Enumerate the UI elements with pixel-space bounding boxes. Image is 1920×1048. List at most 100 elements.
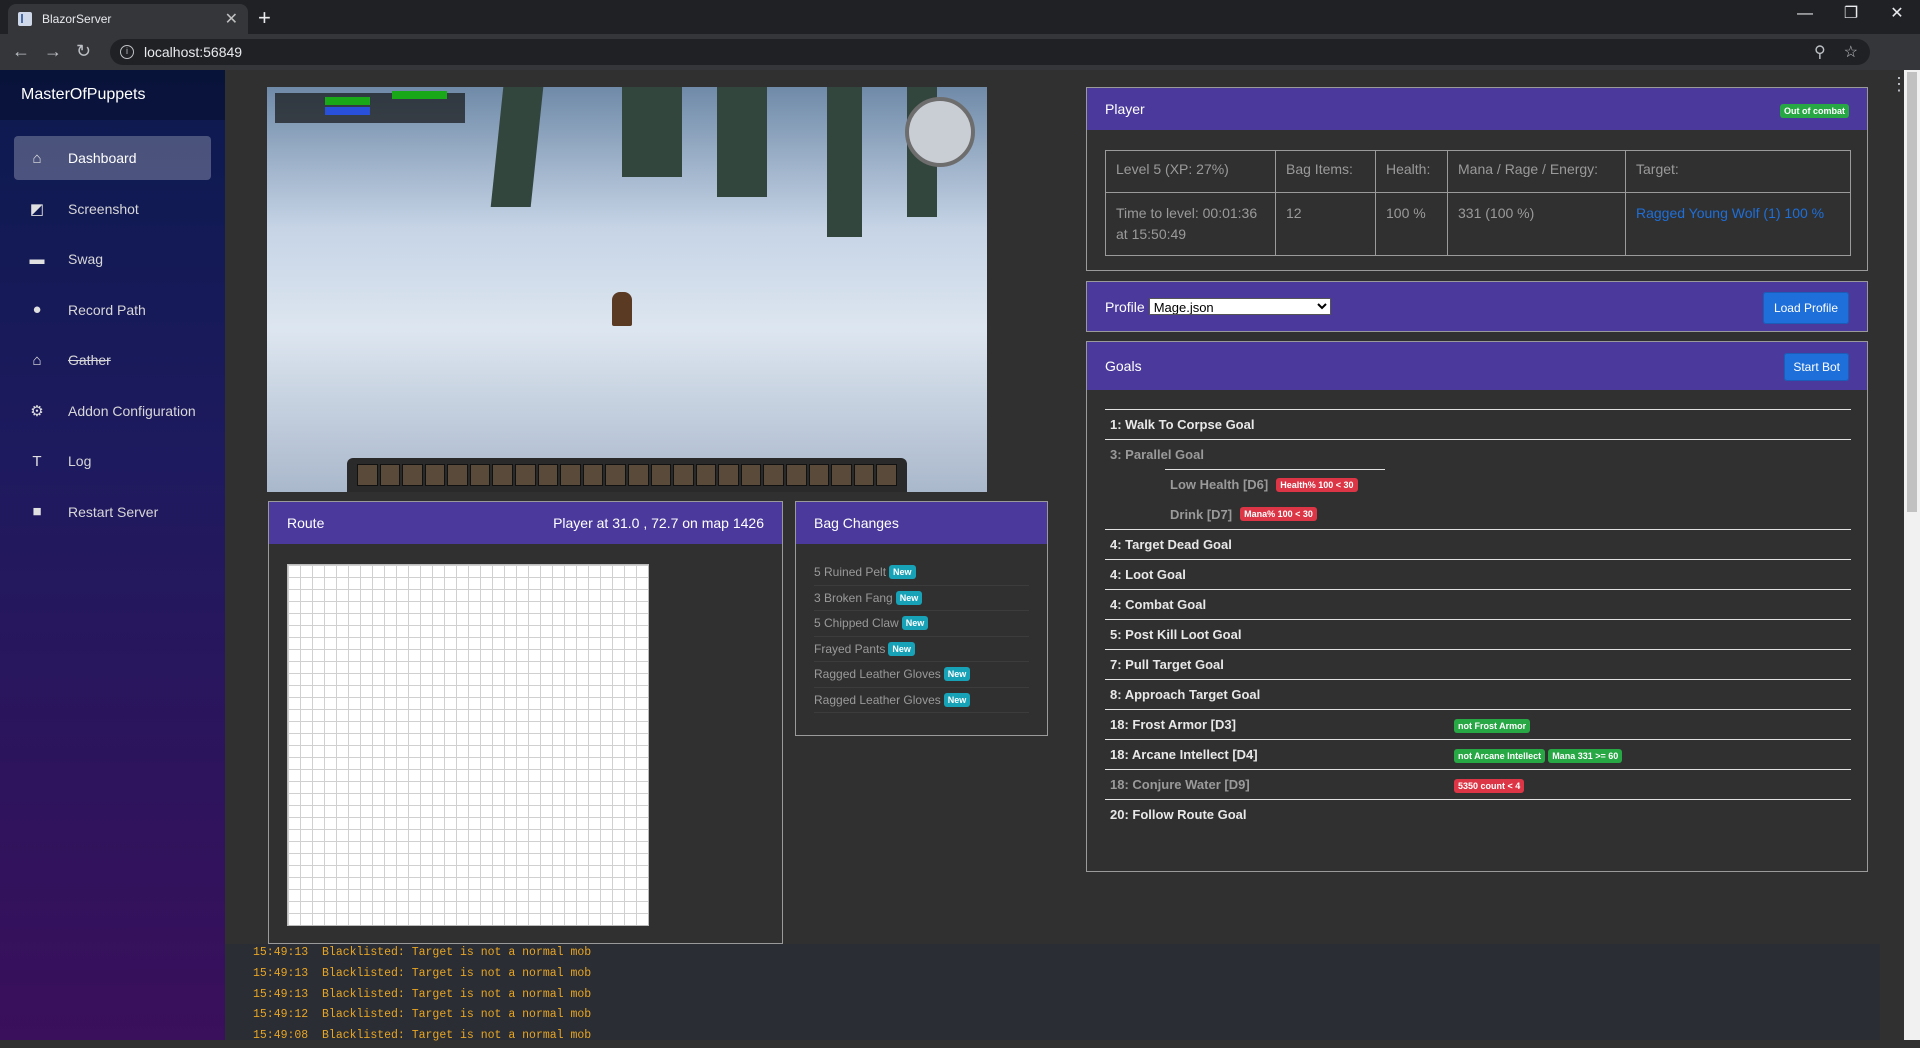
bag-change-item: Ragged Leather Gloves New <box>814 662 1029 688</box>
bag-item-label: Frayed Pants <box>814 641 886 656</box>
goal-label: 20: Follow Route Goal <box>1110 807 1247 822</box>
goal-label: 3: Parallel Goal <box>1110 447 1204 462</box>
time-to-level: Time to level: 00:01:36 at 15:50:49 <box>1105 192 1276 256</box>
minimize-icon[interactable]: — <box>1782 0 1828 30</box>
goal-row: 4: Loot Goal <box>1105 559 1851 589</box>
forward-arrow-icon[interactable]: → <box>44 41 62 62</box>
goal-row: 3: Parallel Goal <box>1105 439 1851 469</box>
goal-condition-badge: Mana 331 >= 60 <box>1548 749 1623 763</box>
health-header: Health: <box>1375 150 1448 193</box>
reload-icon[interactable]: ↻ <box>76 41 91 62</box>
goal-label: 4: Combat Goal <box>1110 597 1207 612</box>
address-bar[interactable]: i localhost:56849 ⚲ ☆ <box>110 39 1870 65</box>
goal-row: 4: Combat Goal <box>1105 589 1851 619</box>
route-map-grid[interactable] <box>287 564 649 926</box>
log-line: 15:49:08 Blacklisted: Target is not a no… <box>253 1029 592 1043</box>
goal-condition-badge: not Frost Armor <box>1454 719 1531 733</box>
sidebar-item-addon-configuration[interactable]: ⚙ Addon Configuration <box>14 389 211 433</box>
start-bot-button[interactable]: Start Bot <box>1784 353 1849 381</box>
new-badge: New <box>943 667 971 682</box>
goal-row: 7: Pull Target Goal <box>1105 649 1851 679</box>
minimap <box>905 97 975 167</box>
parallel-goal-row: Low Health [D6] Health% 100 < 30 <box>1165 469 1385 499</box>
page-favicon-icon <box>18 12 32 26</box>
target-link[interactable]: Ragged Young Wolf (1) 100 % <box>1625 192 1851 256</box>
sidebar-item-restart-server[interactable]: ■ Restart Server <box>14 490 211 534</box>
new-badge: New <box>888 641 915 656</box>
sidebar-item-swag[interactable]: ▬ Swag <box>14 237 211 281</box>
site-info-icon[interactable]: i <box>120 45 134 59</box>
goal-row: 1: Walk To Corpse Goal <box>1105 409 1851 439</box>
tab-title: BlazorServer <box>42 12 112 26</box>
new-badge: New <box>943 692 971 707</box>
goal-row: 5: Post Kill Loot Goal <box>1105 619 1851 649</box>
restore-icon[interactable]: ❐ <box>1828 0 1874 30</box>
parallel-condition-badge: Mana% 100 < 30 <box>1240 507 1317 521</box>
bag-item-label: 5 Ruined Pelt <box>814 565 887 580</box>
log-output: 15:49:13 Blacklisted: Target is not a no… <box>225 944 1880 1042</box>
new-badge: New <box>901 616 929 631</box>
bag-change-item: 3 Broken Fang New <box>814 586 1029 611</box>
profile-select[interactable]: Mage.json <box>1148 298 1331 315</box>
goal-label: 18: Frost Armor [D3] <box>1110 717 1236 732</box>
parallel-goal-list: Low Health [D6] Health% 100 < 30 Drink [D7… <box>1165 469 1385 529</box>
folder-icon: ▬ <box>29 250 45 268</box>
sidebar-item-label: Record Path <box>68 301 146 318</box>
home-strike-icon: ⌂ <box>32 351 42 369</box>
goal-label: 18: Conjure Water [D9] <box>1110 777 1250 792</box>
sidebar-item-label: Dashboard <box>68 150 137 166</box>
new-tab-button[interactable]: + <box>258 5 271 31</box>
back-arrow-icon[interactable]: ← <box>12 41 30 62</box>
player-panel: Player Out of combat Level 5 (XP: 27%) B… <box>1086 87 1868 271</box>
sidebar-item-dashboard[interactable]: ⌂ Dashboard <box>14 136 211 180</box>
route-title: Route <box>287 515 325 531</box>
combat-status-badge: Out of combat <box>1780 103 1849 118</box>
sidebar-item-label: Log <box>68 453 92 469</box>
goal-label: 4: Target Dead Goal <box>1110 537 1232 552</box>
sidebar-item-log[interactable]: T Log <box>14 439 211 483</box>
browser-tab-strip: BlazorServer ✕ + — ❐ ✕ <box>0 0 1920 34</box>
browser-tab[interactable]: BlazorServer ✕ <box>8 4 248 34</box>
log-line: 15:49:13 Blacklisted: Target is not a no… <box>253 966 592 980</box>
goal-label: 7: Pull Target Goal <box>1110 657 1224 672</box>
bag-change-item: Ragged Leather Gloves New <box>814 688 1029 713</box>
parallel-goal-label: Drink [D7] <box>1170 506 1233 522</box>
goal-row: 4: Target Dead Goal <box>1105 529 1851 559</box>
scrollbar-thumb[interactable] <box>1907 72 1917 512</box>
goal-row: 8: Approach Target Goal <box>1105 679 1851 709</box>
sidebar-item-record-path[interactable]: ● Record Path <box>14 288 211 332</box>
sidebar-item-screenshot[interactable]: ◩ Screenshot <box>14 187 211 231</box>
tab-close-icon[interactable]: ✕ <box>225 9 238 29</box>
nav-menu: ⌂ Dashboard ◩ Screenshot ▬ Swag ● Record Path ⌂ G… <box>0 120 225 534</box>
bag-item-label: 5 Chipped Claw <box>814 616 899 631</box>
bookmark-star-icon[interactable]: ☆ <box>1844 42 1858 62</box>
sidebar-item-gather[interactable]: ⌂ Gather <box>14 338 211 382</box>
goals-title: Goals <box>1105 358 1142 374</box>
new-badge: New <box>889 565 916 580</box>
parallel-goal-row: Drink [D7] Mana% 100 < 30 <box>1165 499 1385 529</box>
zoom-icon[interactable]: ⚲ <box>1814 42 1826 62</box>
sidebar-item-label: Swag <box>68 251 104 267</box>
square-icon: ■ <box>32 503 42 520</box>
window-controls: — ❐ ✕ <box>1782 0 1920 30</box>
profile-panel: Profile Mage.json Load Profile <box>1086 281 1868 332</box>
close-window-icon[interactable]: ✕ <box>1874 0 1920 30</box>
gear-icon: ⚙ <box>30 402 44 420</box>
circle-icon: ● <box>32 301 42 318</box>
bag-item-label: 3 Broken Fang <box>814 590 893 605</box>
goal-row: 18: Conjure Water [D9] 5350 count < 4 <box>1105 769 1851 799</box>
bag-item-label: Ragged Leather Gloves <box>814 667 941 682</box>
target-header: Target: <box>1625 150 1851 193</box>
goal-label: 5: Post Kill Loot Goal <box>1110 627 1242 642</box>
goal-condition-badge: not Arcane Intellect <box>1454 749 1546 763</box>
player-title: Player <box>1105 101 1145 117</box>
brand-title[interactable]: MasterOfPuppets <box>0 70 225 120</box>
image-icon: ◩ <box>29 200 45 218</box>
goal-row: 20: Follow Route Goal <box>1105 799 1851 829</box>
sidebar-item-label: Gather <box>68 352 111 368</box>
load-profile-button[interactable]: Load Profile <box>1762 291 1849 324</box>
game-screenshot <box>267 87 987 492</box>
log-line: 15:49:12 Blacklisted: Target is not a no… <box>253 1008 592 1022</box>
goal-label: 18: Arcane Intellect [D4] <box>1110 747 1258 762</box>
page-scrollbar[interactable] <box>1904 70 1920 1040</box>
